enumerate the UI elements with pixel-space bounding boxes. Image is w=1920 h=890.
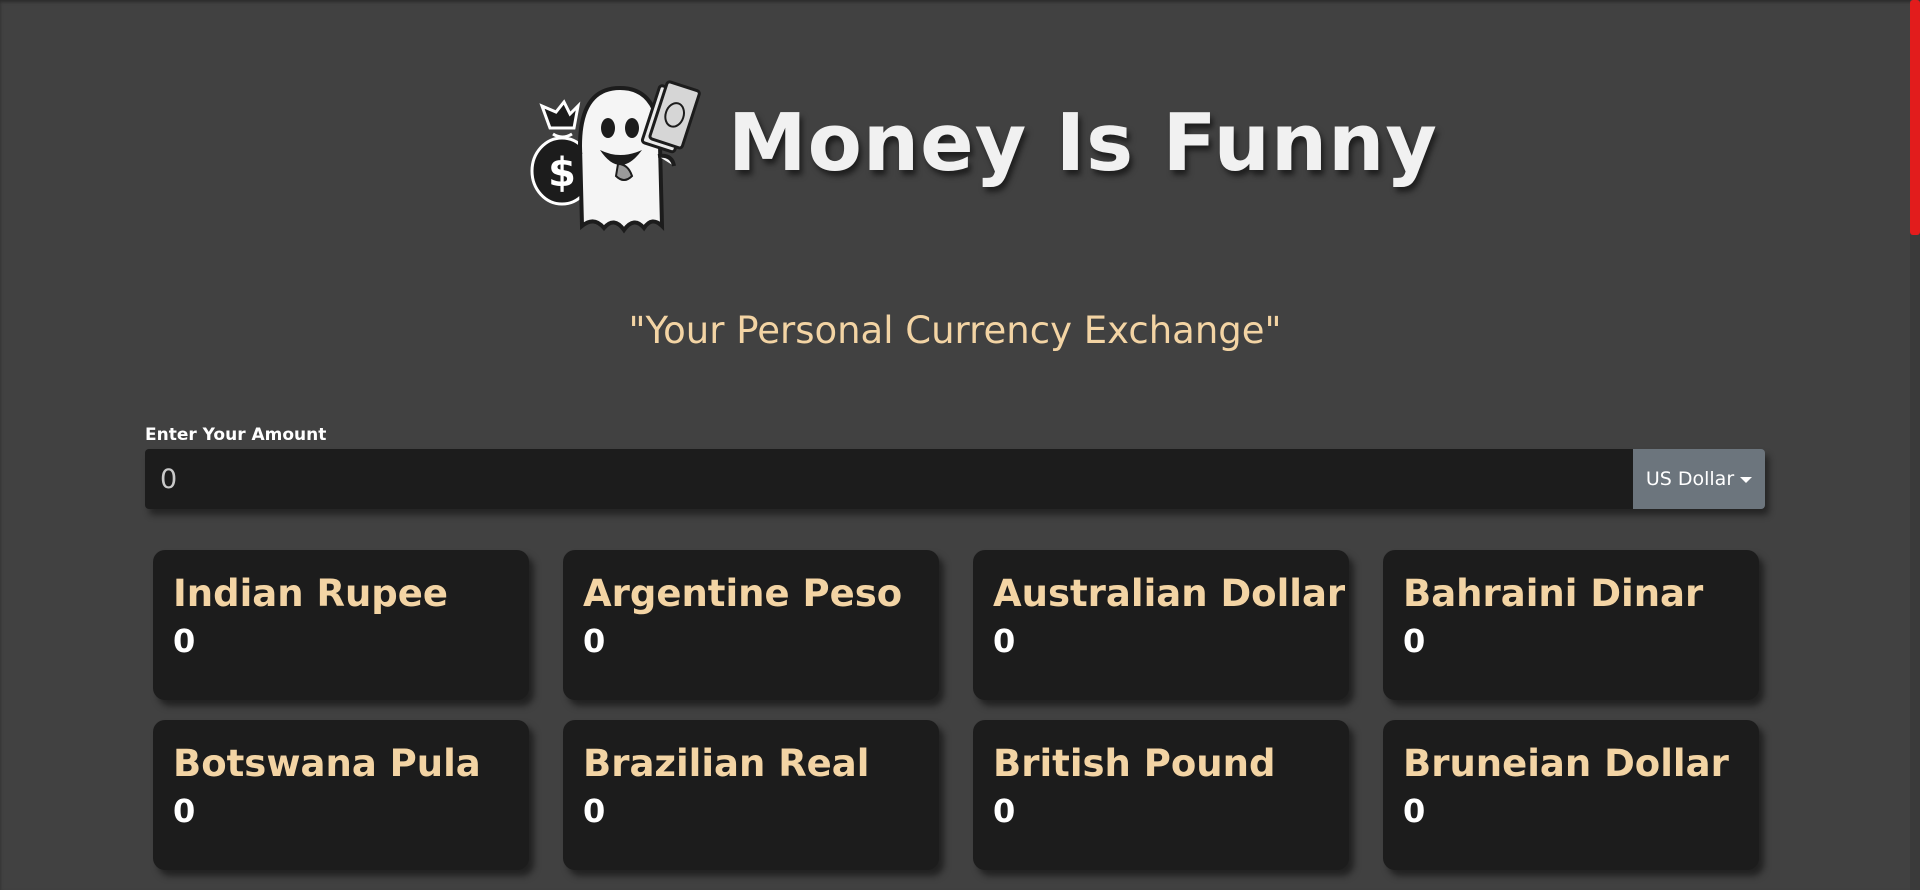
currency-value: 0 [993, 622, 1016, 661]
currency-value: 0 [993, 792, 1016, 831]
currency-name: Bahraini Dinar [1403, 572, 1704, 615]
currency-card-grid: Indian Rupee 0 Argentine Peso 0 Australi… [153, 550, 1761, 870]
currency-name: Botswana Pula [173, 742, 481, 785]
currency-card[interactable]: British Pound 0 [973, 720, 1349, 870]
currency-card[interactable]: Bahraini Dinar 0 [1383, 550, 1759, 700]
currency-value: 0 [173, 622, 196, 661]
currency-value: 0 [173, 792, 196, 831]
base-currency-label: US Dollar [1645, 468, 1735, 490]
amount-input-group: US Dollar [145, 449, 1765, 509]
scrollbar[interactable] [1910, 0, 1920, 890]
currency-name: Indian Rupee [173, 572, 448, 615]
currency-value: 0 [583, 622, 606, 661]
amount-label: Enter Your Amount [145, 425, 327, 445]
caret-down-icon [1740, 477, 1753, 483]
app-page: $ Money Is Funny "Your Personal Currency… [0, 0, 1920, 890]
currency-value: 0 [583, 792, 606, 831]
currency-card[interactable]: Australian Dollar 0 [973, 550, 1349, 700]
currency-card[interactable]: Indian Rupee 0 [153, 550, 529, 700]
header: $ Money Is Funny [520, 68, 1437, 238]
currency-card[interactable]: Brazilian Real 0 [563, 720, 939, 870]
site-title: Money Is Funny [728, 97, 1438, 189]
base-currency-dropdown[interactable]: US Dollar [1633, 449, 1765, 509]
currency-name: Argentine Peso [583, 572, 903, 615]
currency-name: Australian Dollar [993, 572, 1346, 615]
currency-name: Bruneian Dollar [1403, 742, 1729, 785]
tagline: "Your Personal Currency Exchange" [628, 309, 1282, 352]
svg-text:$: $ [548, 150, 576, 196]
ghost-holding-money-icon: $ [530, 80, 701, 234]
currency-name: Brazilian Real [583, 742, 870, 785]
currency-card[interactable]: Argentine Peso 0 [563, 550, 939, 700]
currency-name: British Pound [993, 742, 1276, 785]
currency-value: 0 [1403, 792, 1426, 831]
currency-value: 0 [1403, 622, 1426, 661]
scrollbar-thumb[interactable] [1910, 0, 1920, 235]
amount-input[interactable] [145, 449, 1633, 509]
currency-card[interactable]: Botswana Pula 0 [153, 720, 529, 870]
currency-card[interactable]: Bruneian Dollar 0 [1383, 720, 1759, 870]
